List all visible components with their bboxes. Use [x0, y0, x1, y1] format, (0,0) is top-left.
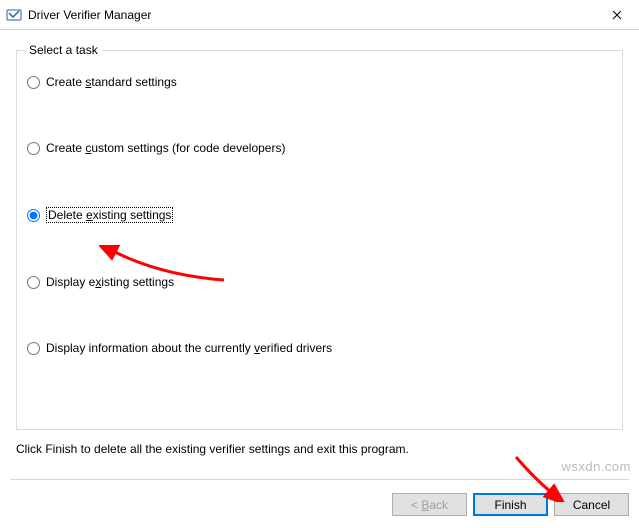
radio-input-display-info[interactable]	[27, 342, 40, 355]
app-icon	[6, 7, 22, 23]
radio-display-info[interactable]: Display information about the currently …	[27, 341, 612, 355]
groupbox-title: Select a task	[25, 43, 102, 57]
button-separator	[10, 479, 629, 480]
close-button[interactable]	[594, 0, 639, 29]
back-button: < Back	[392, 493, 467, 516]
radio-label: Display existing settings	[46, 275, 174, 289]
close-icon	[612, 10, 622, 20]
window-title: Driver Verifier Manager	[28, 8, 594, 22]
watermark: wsxdn.com	[561, 459, 631, 474]
radio-label: Create standard settings	[46, 75, 177, 89]
instruction-text: Click Finish to delete all the existing …	[16, 442, 623, 456]
task-groupbox: Select a task Create standard settings C…	[16, 50, 623, 430]
radio-label: Display information about the currently …	[46, 341, 332, 355]
button-row: < Back Finish Cancel	[392, 493, 629, 516]
radio-create-standard[interactable]: Create standard settings	[27, 75, 612, 89]
radio-input-display-existing[interactable]	[27, 276, 40, 289]
content-area: Select a task Create standard settings C…	[0, 30, 639, 456]
titlebar: Driver Verifier Manager	[0, 0, 639, 30]
cancel-button[interactable]: Cancel	[554, 493, 629, 516]
radio-input-delete-existing[interactable]	[27, 209, 40, 222]
radio-input-create-standard[interactable]	[27, 76, 40, 89]
radio-input-create-custom[interactable]	[27, 142, 40, 155]
finish-button[interactable]: Finish	[473, 493, 548, 516]
radio-label: Create custom settings (for code develop…	[46, 141, 285, 155]
radio-delete-existing[interactable]: Delete existing settings	[27, 207, 612, 223]
radio-label: Delete existing settings	[46, 207, 173, 223]
radio-create-custom[interactable]: Create custom settings (for code develop…	[27, 141, 612, 155]
radio-display-existing[interactable]: Display existing settings	[27, 275, 612, 289]
